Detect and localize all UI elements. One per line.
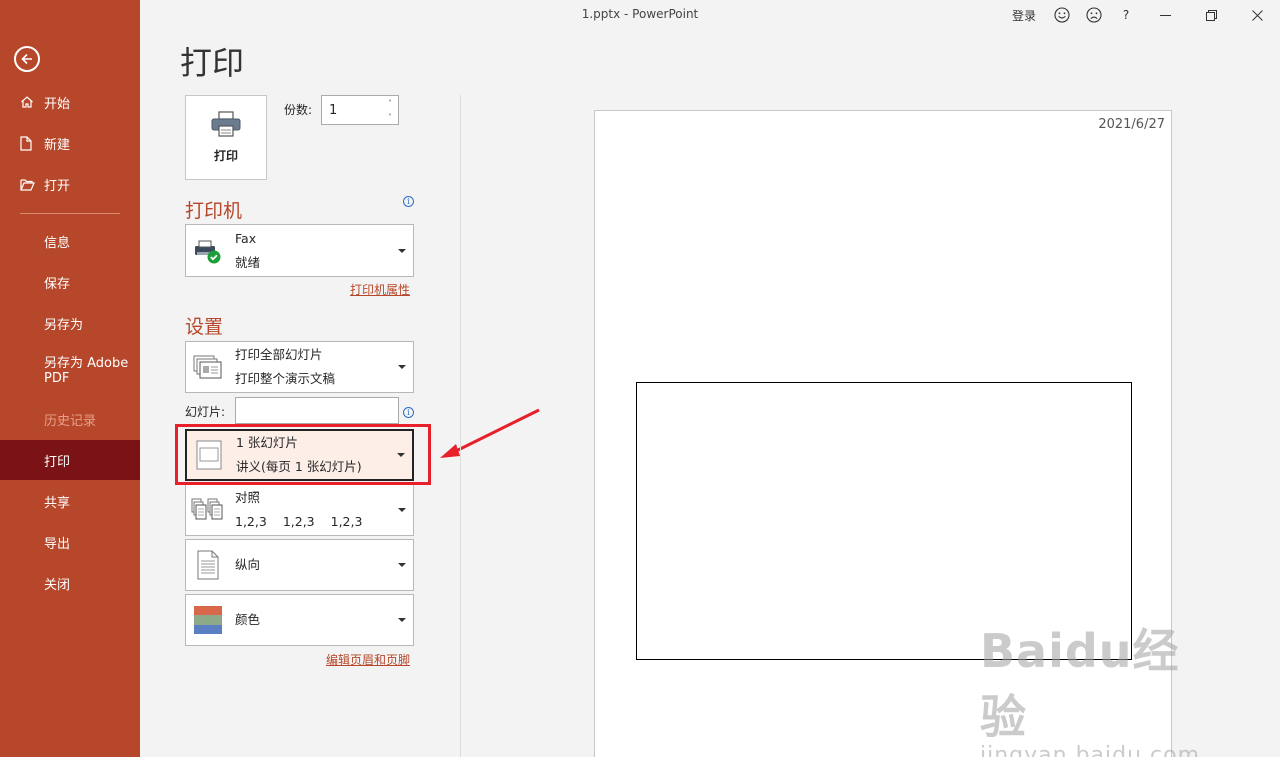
print-button[interactable]: 打印	[185, 95, 267, 180]
info-icon[interactable]: i	[403, 407, 414, 418]
sidebar-item-label: 关闭	[44, 577, 71, 593]
back-arrow-icon[interactable]	[14, 46, 40, 72]
collate-order: 1,2,3 1,2,3 1,2,3	[235, 510, 391, 534]
chevron-down-icon	[391, 618, 413, 622]
collate-icon	[186, 485, 230, 535]
chevron-down-icon	[390, 453, 412, 457]
sidebar-item-label: 共享	[44, 495, 71, 511]
copies-spin-buttons[interactable]: ˄ ˅	[382, 96, 398, 124]
close-icon[interactable]	[1234, 0, 1280, 30]
print-button-label: 打印	[213, 149, 238, 163]
sidebar-item-open[interactable]: 打开	[0, 164, 140, 204]
sidebar-item-save-as-pdf[interactable]: 另存为 Adobe PDF	[0, 356, 140, 396]
sidebar-item-label: 保存	[44, 276, 71, 292]
layout-dropdown[interactable]: 1 张幻灯片 讲义(每页 1 张幻灯片)	[185, 429, 414, 481]
printer-name: Fax	[235, 230, 257, 246]
collate-value: 1,2,3	[235, 514, 267, 529]
info-icon[interactable]: i	[403, 196, 414, 207]
collate-value: 1,2,3	[282, 514, 315, 529]
chevron-down-icon	[391, 563, 413, 567]
printer-dropdown[interactable]: Fax 就绪	[185, 224, 414, 277]
sidebar-item-label: 另存为	[44, 317, 84, 333]
sidebar-item-history[interactable]: 历史记录	[0, 399, 140, 439]
single-slide-icon	[187, 431, 231, 479]
sidebar-item-save[interactable]: 保存	[0, 262, 140, 302]
sidebar-item-label: 打开	[44, 178, 71, 194]
chevron-down-icon	[391, 508, 413, 512]
sidebar-item-info[interactable]: 信息	[0, 221, 140, 261]
color-value: 颜色	[235, 612, 261, 627]
color-dropdown[interactable]: 颜色	[185, 594, 414, 646]
printer-status: 就绪	[235, 254, 261, 270]
collate-value: 1,2,3	[330, 514, 363, 529]
fax-printer-icon	[186, 225, 230, 276]
print-range-title: 打印全部幻灯片	[235, 347, 323, 362]
orientation-dropdown[interactable]: 纵向	[185, 539, 414, 591]
chevron-down-icon	[391, 249, 413, 253]
restore-icon[interactable]	[1188, 0, 1234, 30]
backstage-sidebar: 开始 新建 打开 信息 保存 另存为 另存为 Adobe PDF 历史记录 打印…	[0, 0, 140, 757]
sidebar-item-label: 打印	[44, 454, 71, 470]
layout-title: 1 张幻灯片	[236, 435, 298, 450]
home-icon	[20, 95, 40, 109]
spin-up-icon[interactable]: ˄	[388, 99, 392, 108]
folder-open-icon	[20, 178, 40, 191]
print-preview-page: 2021/6/27	[594, 110, 1172, 757]
annotation-arrow-icon	[440, 408, 540, 458]
printer-properties-link[interactable]: 打印机属性	[350, 281, 410, 298]
spin-down-icon[interactable]: ˅	[388, 113, 392, 122]
sidebar-item-close[interactable]: 关闭	[0, 563, 140, 603]
sidebar-item-export[interactable]: 导出	[0, 522, 140, 562]
sidebar-item-label: 历史记录	[44, 413, 97, 429]
help-button[interactable]: ?	[1110, 0, 1142, 30]
edit-header-footer-link[interactable]: 编辑页眉和页脚	[326, 651, 410, 668]
frown-feedback-icon[interactable]	[1078, 0, 1110, 30]
sidebar-item-print[interactable]: 打印	[0, 440, 140, 480]
sidebar-item-label: 导出	[44, 536, 71, 552]
sidebar-item-label: 新建	[44, 137, 71, 153]
slides-label: 幻灯片:	[185, 405, 226, 419]
smile-feedback-icon[interactable]	[1046, 0, 1078, 30]
print-range-dropdown[interactable]: 打印全部幻灯片 打印整个演示文稿	[185, 341, 414, 393]
printer-heading: 打印机	[185, 200, 243, 222]
orientation-value: 纵向	[235, 557, 261, 572]
sidebar-item-home[interactable]: 开始	[0, 82, 140, 122]
title-bar-controls: 登录 ?	[1002, 0, 1280, 30]
copies-label: 份数:	[284, 103, 313, 117]
sidebar-item-share[interactable]: 共享	[0, 481, 140, 521]
minimize-icon[interactable]	[1142, 0, 1188, 30]
sidebar-item-new[interactable]: 新建	[0, 123, 140, 163]
sidebar-item-label: 信息	[44, 235, 71, 251]
color-swatch-icon	[186, 595, 230, 645]
new-file-icon	[20, 135, 40, 151]
print-range-subtitle: 打印整个演示文稿	[235, 371, 336, 386]
layout-subtitle: 讲义(每页 1 张幻灯片)	[236, 459, 362, 474]
all-slides-icon	[186, 342, 230, 392]
preview-slide-frame	[636, 382, 1132, 660]
settings-heading: 设置	[185, 316, 224, 338]
panel-divider	[460, 95, 461, 757]
collate-dropdown[interactable]: 对照 1,2,3 1,2,3 1,2,3	[185, 484, 414, 536]
slides-input[interactable]	[235, 397, 399, 424]
chevron-down-icon	[391, 365, 413, 369]
collate-title: 对照	[235, 490, 261, 505]
printer-icon	[210, 111, 242, 141]
page-title: 打印	[180, 44, 245, 82]
sidebar-item-save-as[interactable]: 另存为	[0, 303, 140, 343]
copies-value[interactable]: 1	[322, 103, 382, 118]
sidebar-item-label: 开始	[44, 96, 71, 112]
portrait-page-icon	[186, 540, 230, 590]
preview-date: 2021/6/27	[1098, 117, 1165, 132]
sidebar-item-label: 另存为 Adobe PDF	[44, 356, 129, 386]
sidebar-divider	[20, 213, 120, 214]
copies-stepper[interactable]: 1 ˄ ˅	[321, 95, 399, 125]
login-button[interactable]: 登录	[1002, 0, 1046, 30]
